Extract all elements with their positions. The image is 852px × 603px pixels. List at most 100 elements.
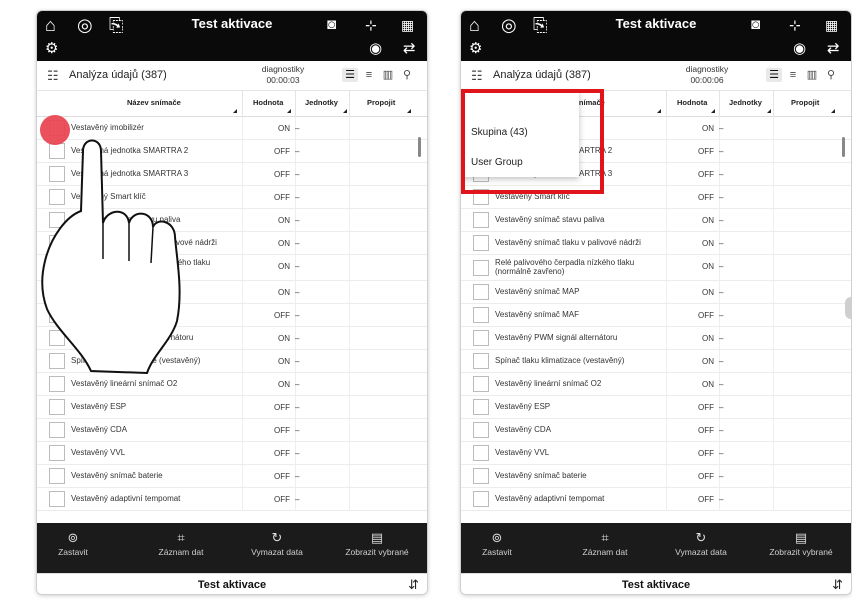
header-unit[interactable]: Jednotky (729, 98, 762, 107)
group-menu-icon[interactable]: ☷ (47, 68, 59, 84)
row-checkbox[interactable] (49, 166, 65, 182)
exit-icon[interactable]: ⇄ (403, 39, 416, 57)
table-row[interactable]: Vestavěný snímač MAP ON – (37, 281, 427, 304)
scrollbar[interactable] (842, 137, 845, 157)
record-button[interactable]: ⌗ Záznam dat (141, 529, 221, 557)
search-icon[interactable]: ⚲ (823, 68, 839, 82)
vci-icon[interactable]: ◙ (751, 15, 760, 35)
header-link[interactable]: Propojit (367, 98, 395, 107)
table-row[interactable]: Vestavěný PWM signál alternátoru ON – (37, 327, 427, 350)
row-checkbox[interactable] (473, 376, 489, 392)
show-selected-button[interactable]: ▤ Zobrazit vybrané (329, 529, 425, 557)
row-checkbox[interactable] (473, 212, 489, 228)
table-row[interactable]: Spínač tlaku klimatizace (vestavěný) ON – (37, 350, 427, 373)
header-link[interactable]: Propojit (791, 98, 819, 107)
settings-icon[interactable]: ⚙ (45, 39, 58, 57)
row-checkbox[interactable] (49, 189, 65, 205)
table-row[interactable]: Vestavěný snímač baterie OFF – (37, 465, 427, 488)
row-checkbox[interactable] (49, 330, 65, 346)
table-row[interactable]: Vestavěný Smart klíč OFF – (37, 186, 427, 209)
table-row[interactable]: Vestavěný snímač tlaku v palivové nádrži… (461, 232, 851, 255)
graph-view-icon[interactable]: ▥ (804, 68, 820, 82)
table-row[interactable]: Vestavěný ESP OFF – (37, 396, 427, 419)
row-checkbox[interactable] (473, 260, 489, 276)
grid-icon[interactable]: ▦ (825, 15, 838, 35)
header-unit[interactable]: Jednotky (305, 98, 338, 107)
table-row[interactable]: Vestavěný CDA OFF – (461, 419, 851, 442)
row-checkbox[interactable] (473, 330, 489, 346)
text-view-icon[interactable]: ≡ (361, 68, 377, 82)
row-checkbox[interactable] (473, 422, 489, 438)
record-button[interactable]: ⌗ Záznam dat (565, 529, 645, 557)
row-checkbox[interactable] (49, 468, 65, 484)
graph-view-icon[interactable]: ▥ (380, 68, 396, 82)
row-checkbox[interactable] (473, 445, 489, 461)
clear-data-button[interactable]: ↻ Vymazat data (237, 529, 317, 557)
sort-toggle-icon[interactable]: ⇵ (408, 577, 419, 593)
row-checkbox[interactable] (49, 399, 65, 415)
zoom-icon[interactable]: ⊹ (365, 15, 377, 35)
table-row[interactable]: Vestavěný snímač tlaku v palivové nádrži… (37, 232, 427, 255)
row-checkbox[interactable] (473, 353, 489, 369)
row-checkbox[interactable] (49, 445, 65, 461)
row-checkbox[interactable] (49, 491, 65, 507)
table-row[interactable]: Spínač tlaku klimatizace (vestavěný) ON – (461, 350, 851, 373)
table-row[interactable]: Vestavěný PWM signál alternátoru ON – (461, 327, 851, 350)
table-row[interactable]: Vestavěný VVL OFF – (461, 442, 851, 465)
row-checkbox[interactable] (473, 399, 489, 415)
row-checkbox[interactable] (49, 422, 65, 438)
search-icon[interactable]: ⚲ (399, 68, 415, 82)
oscilloscope-icon[interactable]: ◉ (793, 39, 806, 57)
row-checkbox[interactable] (49, 235, 65, 251)
table-row[interactable]: Vestavěný snímač stavu paliva ON – (461, 209, 851, 232)
list-view-icon[interactable]: ☰ (342, 68, 358, 82)
table-row[interactable]: Vestavěný lineární snímač O2 ON – (37, 373, 427, 396)
oscilloscope-icon[interactable]: ◉ (369, 39, 382, 57)
row-checkbox[interactable] (473, 284, 489, 300)
stop-button[interactable]: ⊚ Zastavit (477, 529, 517, 557)
table-row[interactable]: Vestavěný snímač baterie OFF – (461, 465, 851, 488)
row-checkbox[interactable] (49, 307, 65, 323)
table-row[interactable]: Vestavěná jednotka SMARTRA 3 OFF– (37, 163, 427, 186)
group-menu-icon[interactable]: ☷ (471, 68, 483, 84)
row-checkbox[interactable] (473, 235, 489, 251)
stop-button[interactable]: ⊚ Zastavit (53, 529, 93, 557)
table-row[interactable]: Vestavěný imobilizér ON– (37, 117, 427, 140)
header-name[interactable]: Název snímače (127, 98, 181, 107)
row-checkbox[interactable] (49, 260, 65, 276)
table-row[interactable]: Vestavěná jednotka SMARTRA 2 OFF– (37, 140, 427, 163)
table-row[interactable]: Vestavěný snímač stavu paliva ON – (37, 209, 427, 232)
row-checkbox[interactable] (49, 376, 65, 392)
data-analysis-label[interactable]: Analýza údajů (387) (493, 69, 591, 81)
row-checkbox[interactable] (473, 491, 489, 507)
row-checkbox[interactable] (49, 143, 65, 159)
table-row[interactable]: Vestavěný snímač MAP ON – (461, 281, 851, 304)
vci-icon[interactable]: ◙ (327, 15, 336, 35)
header-value[interactable]: Hodnota (253, 98, 283, 107)
table-row[interactable]: Vestavěný snímač MAF OFF – (37, 304, 427, 327)
clear-data-button[interactable]: ↻ Vymazat data (661, 529, 741, 557)
grid-icon[interactable]: ▦ (401, 15, 414, 35)
side-drawer-handle[interactable] (845, 297, 851, 319)
row-checkbox[interactable] (49, 353, 65, 369)
table-row[interactable]: Relé palivového čerpadla nízkého tlaku (… (461, 255, 851, 281)
header-value[interactable]: Hodnota (677, 98, 707, 107)
row-checkbox[interactable] (49, 284, 65, 300)
text-view-icon[interactable]: ≡ (785, 68, 801, 82)
table-row[interactable]: Relé palivového čerpadla nízkého tlaku (… (37, 255, 427, 281)
table-row[interactable]: Vestavěný lineární snímač O2 ON – (461, 373, 851, 396)
row-checkbox[interactable] (473, 307, 489, 323)
sort-toggle-icon[interactable]: ⇵ (832, 577, 843, 593)
table-row[interactable]: Vestavěný snímač MAF OFF – (461, 304, 851, 327)
list-view-icon[interactable]: ☰ (766, 68, 782, 82)
table-row[interactable]: Vestavěný ESP OFF – (461, 396, 851, 419)
table-row[interactable]: Vestavěný VVL OFF – (37, 442, 427, 465)
table-row[interactable]: Vestavěný adaptivní tempomat OFF – (37, 488, 427, 511)
row-checkbox[interactable] (49, 212, 65, 228)
data-analysis-label[interactable]: Analýza údajů (387) (69, 69, 167, 81)
show-selected-button[interactable]: ▤ Zobrazit vybrané (753, 529, 849, 557)
scrollbar[interactable] (418, 137, 421, 157)
settings-icon[interactable]: ⚙ (469, 39, 482, 57)
zoom-icon[interactable]: ⊹ (789, 15, 801, 35)
table-row[interactable]: Vestavěný CDA OFF – (37, 419, 427, 442)
